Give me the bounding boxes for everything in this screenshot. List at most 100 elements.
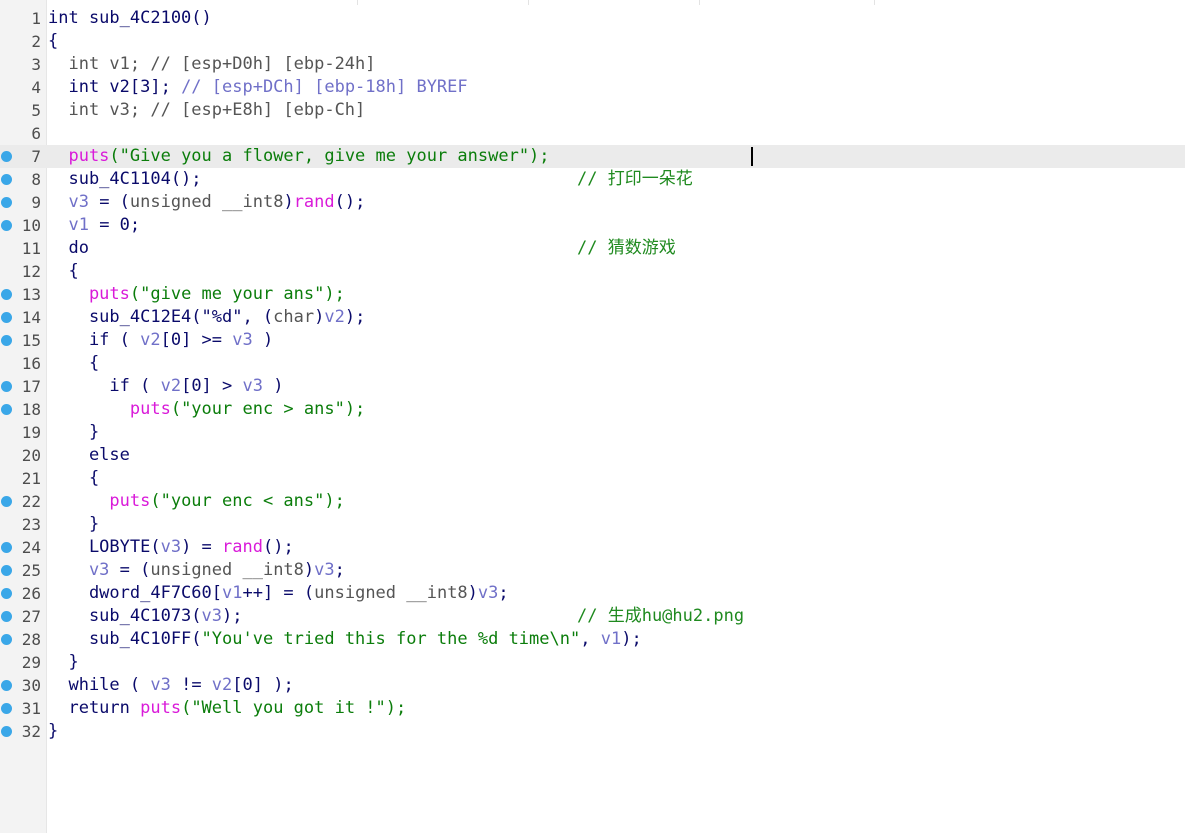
code-line[interactable]: 12 { — [0, 260, 1185, 283]
code-token: v2 — [160, 376, 182, 396]
line-number: 4 — [31, 78, 41, 97]
code-token: [0] >= — [160, 330, 233, 350]
code-token: v3 — [150, 675, 171, 695]
line-number: 2 — [31, 32, 41, 51]
code-token: = ( — [109, 560, 151, 580]
code-text: { — [48, 260, 79, 283]
line-number: 16 — [21, 354, 41, 373]
code-text: int v3; // [esp+E8h] [ebp-Ch] — [48, 99, 365, 122]
code-line[interactable]: 30 while ( v3 != v2[0] ); — [0, 674, 1185, 697]
code-token: v2 — [324, 307, 345, 327]
code-token: rand — [293, 192, 335, 212]
code-line[interactable]: 24 LOBYTE(v3) = rand(); — [0, 536, 1185, 559]
code-token: v3 — [242, 376, 263, 396]
code-token: dword_4F7C60[ — [48, 583, 222, 603]
line-number: 7 — [31, 147, 41, 166]
code-token: puts — [48, 146, 110, 166]
line-number: 23 — [21, 515, 41, 534]
code-token: ) — [262, 376, 284, 396]
code-token: } — [48, 721, 59, 741]
code-text: int v1; // [esp+D0h] [ebp-24h] — [48, 53, 375, 76]
code-token: v3 — [160, 537, 182, 557]
code-area[interactable]: 1 int sub_4C2100() 2{3 int v1; // [esp+D0h… — [0, 7, 1185, 743]
code-line[interactable]: 5 int v3; // [esp+E8h] [ebp-Ch] — [0, 99, 1185, 122]
code-line[interactable]: 26 dword_4F7C60[v1++] = (unsigned __int8… — [0, 582, 1185, 605]
code-text: { — [48, 467, 99, 490]
code-token: } — [48, 652, 79, 672]
code-line[interactable]: 16 { — [0, 352, 1185, 375]
code-line[interactable]: 18 puts("your enc > ans"); — [0, 398, 1185, 421]
code-token: ("your enc > ans"); — [170, 399, 366, 419]
code-token: , — [580, 629, 601, 649]
code-line[interactable]: 7 puts("Give you a flower, give me your … — [0, 145, 1185, 168]
line-number: 29 — [21, 653, 41, 672]
code-token: ); — [222, 606, 243, 626]
line-number: 19 — [21, 423, 41, 442]
code-token: [0] > — [181, 376, 243, 396]
code-text: v3 = (unsigned __int8)rand(); — [48, 191, 365, 214]
code-token: = 0; — [88, 215, 141, 235]
code-line[interactable]: 19 } — [0, 421, 1185, 444]
code-line[interactable]: 1 int sub_4C2100() — [0, 7, 1185, 30]
code-token: int v3; // [esp+E8h] [ebp-Ch] — [48, 100, 366, 120]
code-token: puts — [48, 284, 130, 304]
text-caret — [751, 147, 753, 166]
code-token: != — [170, 675, 212, 695]
code-comment: // 打印一朵花 — [577, 169, 693, 189]
code-token: unsigned __int8 — [129, 192, 284, 212]
code-line[interactable]: 14 sub_4C12E4("%d", (char)v2); — [0, 306, 1185, 329]
code-comment: // 生成hu@hu2.png — [577, 606, 745, 626]
line-number: 30 — [21, 676, 41, 695]
code-line[interactable]: 3 int v1; // [esp+D0h] [ebp-24h] — [0, 53, 1185, 76]
code-text: else — [48, 444, 130, 467]
code-token: v3 — [232, 330, 253, 350]
pseudocode-editor[interactable]: 1 int sub_4C2100() 2{3 int v1; // [esp+D0h… — [0, 0, 1185, 833]
code-line[interactable]: 31 return puts("Well you got it !"); — [0, 697, 1185, 720]
code-line[interactable]: 4 int v2[3]; // [esp+DCh] [ebp-18h] BYRE… — [0, 76, 1185, 99]
code-text: } — [48, 421, 99, 444]
code-token: { — [48, 261, 79, 281]
code-line[interactable]: 6 — [0, 122, 1185, 145]
code-line[interactable]: 21 { — [0, 467, 1185, 490]
line-number: 28 — [21, 630, 41, 649]
code-token: } — [48, 422, 100, 442]
code-line[interactable]: 10 v1 = 0; — [0, 214, 1185, 237]
code-text: return puts("Well you got it !"); — [48, 697, 406, 720]
code-token: v1 — [600, 629, 622, 649]
code-text: puts("your enc < ans"); — [48, 490, 344, 513]
line-number: 14 — [21, 308, 41, 327]
code-text: dword_4F7C60[v1++] = (unsigned __int8)v3… — [48, 582, 509, 605]
line-number: 5 — [31, 101, 41, 120]
code-token: if ( — [48, 376, 161, 396]
code-token: v3 — [48, 560, 110, 580]
code-line[interactable]: 17 if ( v2[0] > v3 ) — [0, 375, 1185, 398]
code-line[interactable]: 23 } — [0, 513, 1185, 536]
code-line[interactable]: 9 v3 = (unsigned __int8)rand(); — [0, 191, 1185, 214]
code-line[interactable]: 15 if ( v2[0] >= v3 ) — [0, 329, 1185, 352]
code-token: v1 — [222, 583, 243, 603]
code-token: } — [48, 514, 100, 534]
code-line[interactable]: 29 } — [0, 651, 1185, 674]
line-number: 15 — [21, 331, 41, 350]
code-token: ); — [344, 307, 366, 327]
code-line[interactable]: 27 sub_4C1073(v3); // 生成hu@hu2.png — [0, 605, 1185, 628]
code-text: v1 = 0; — [48, 214, 140, 237]
code-line[interactable]: 28 sub_4C10FF("You've tried this for the… — [0, 628, 1185, 651]
code-line[interactable]: 13 puts("give me your ans"); — [0, 283, 1185, 306]
line-number: 22 — [21, 492, 41, 511]
code-line[interactable]: 32} — [0, 720, 1185, 743]
line-number: 20 — [21, 446, 41, 465]
code-line[interactable]: 25 v3 = (unsigned __int8)v3; — [0, 559, 1185, 582]
code-line[interactable]: 2{ — [0, 30, 1185, 53]
code-token: ) = — [181, 537, 223, 557]
code-token: do — [48, 238, 89, 258]
code-token: v3 — [477, 583, 499, 603]
line-number: 6 — [31, 124, 41, 143]
code-line[interactable]: 8 sub_4C1104(); // 打印一朵花 — [0, 168, 1185, 191]
code-line[interactable]: 11 do // 猜数游戏 — [0, 237, 1185, 260]
code-text: { — [48, 30, 58, 53]
code-line[interactable]: 20 else — [0, 444, 1185, 467]
code-line[interactable]: 22 puts("your enc < ans"); — [0, 490, 1185, 513]
code-token: puts — [48, 491, 151, 511]
code-token: ) — [314, 307, 325, 327]
